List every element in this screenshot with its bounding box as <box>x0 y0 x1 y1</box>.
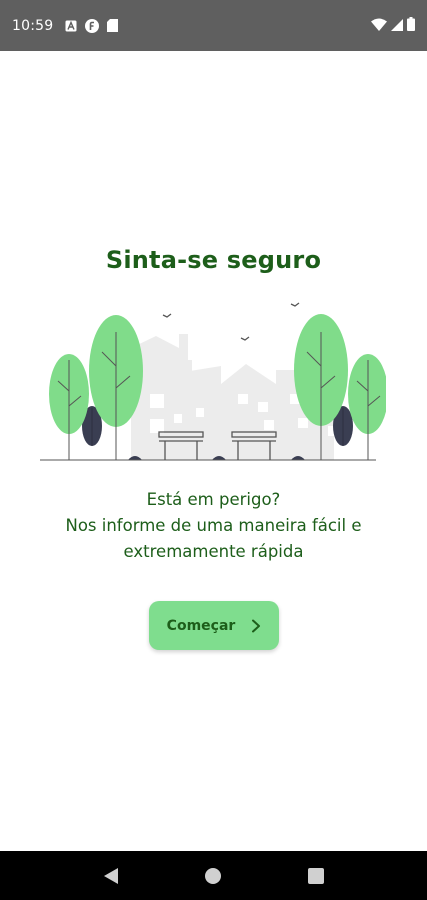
onboarding-screen: 10:59 Sinta-se seguro Está em perigo? No… <box>0 0 427 900</box>
signal-icon <box>391 16 403 35</box>
chevron-right-icon <box>251 619 261 633</box>
home-icon[interactable] <box>193 856 233 896</box>
a-box-icon <box>65 20 77 32</box>
wifi-icon <box>371 16 387 35</box>
start-button-label: Começar <box>166 617 236 634</box>
sd-card-icon <box>107 19 119 32</box>
recents-icon[interactable] <box>296 856 336 896</box>
status-time: 10:59 <box>12 17 54 34</box>
message-line: Está em perigo? <box>146 490 281 509</box>
start-button[interactable]: Começar <box>149 601 279 650</box>
message-line: Nos informe de uma maneira fácil e <box>65 516 362 535</box>
park-illustration <box>40 302 386 461</box>
back-icon[interactable] <box>91 856 131 896</box>
f-circle-icon <box>85 18 100 33</box>
onboarding-message: Está em perigo? Nos informe de uma manei… <box>0 487 427 565</box>
notification-icons <box>65 18 119 33</box>
message-line: extremamente rápida <box>123 542 304 561</box>
status-bar: 10:59 <box>0 0 427 51</box>
battery-icon <box>407 16 415 35</box>
navigation-bar <box>0 851 427 900</box>
system-status-icons <box>371 16 415 35</box>
page-title: Sinta-se seguro <box>105 246 322 274</box>
